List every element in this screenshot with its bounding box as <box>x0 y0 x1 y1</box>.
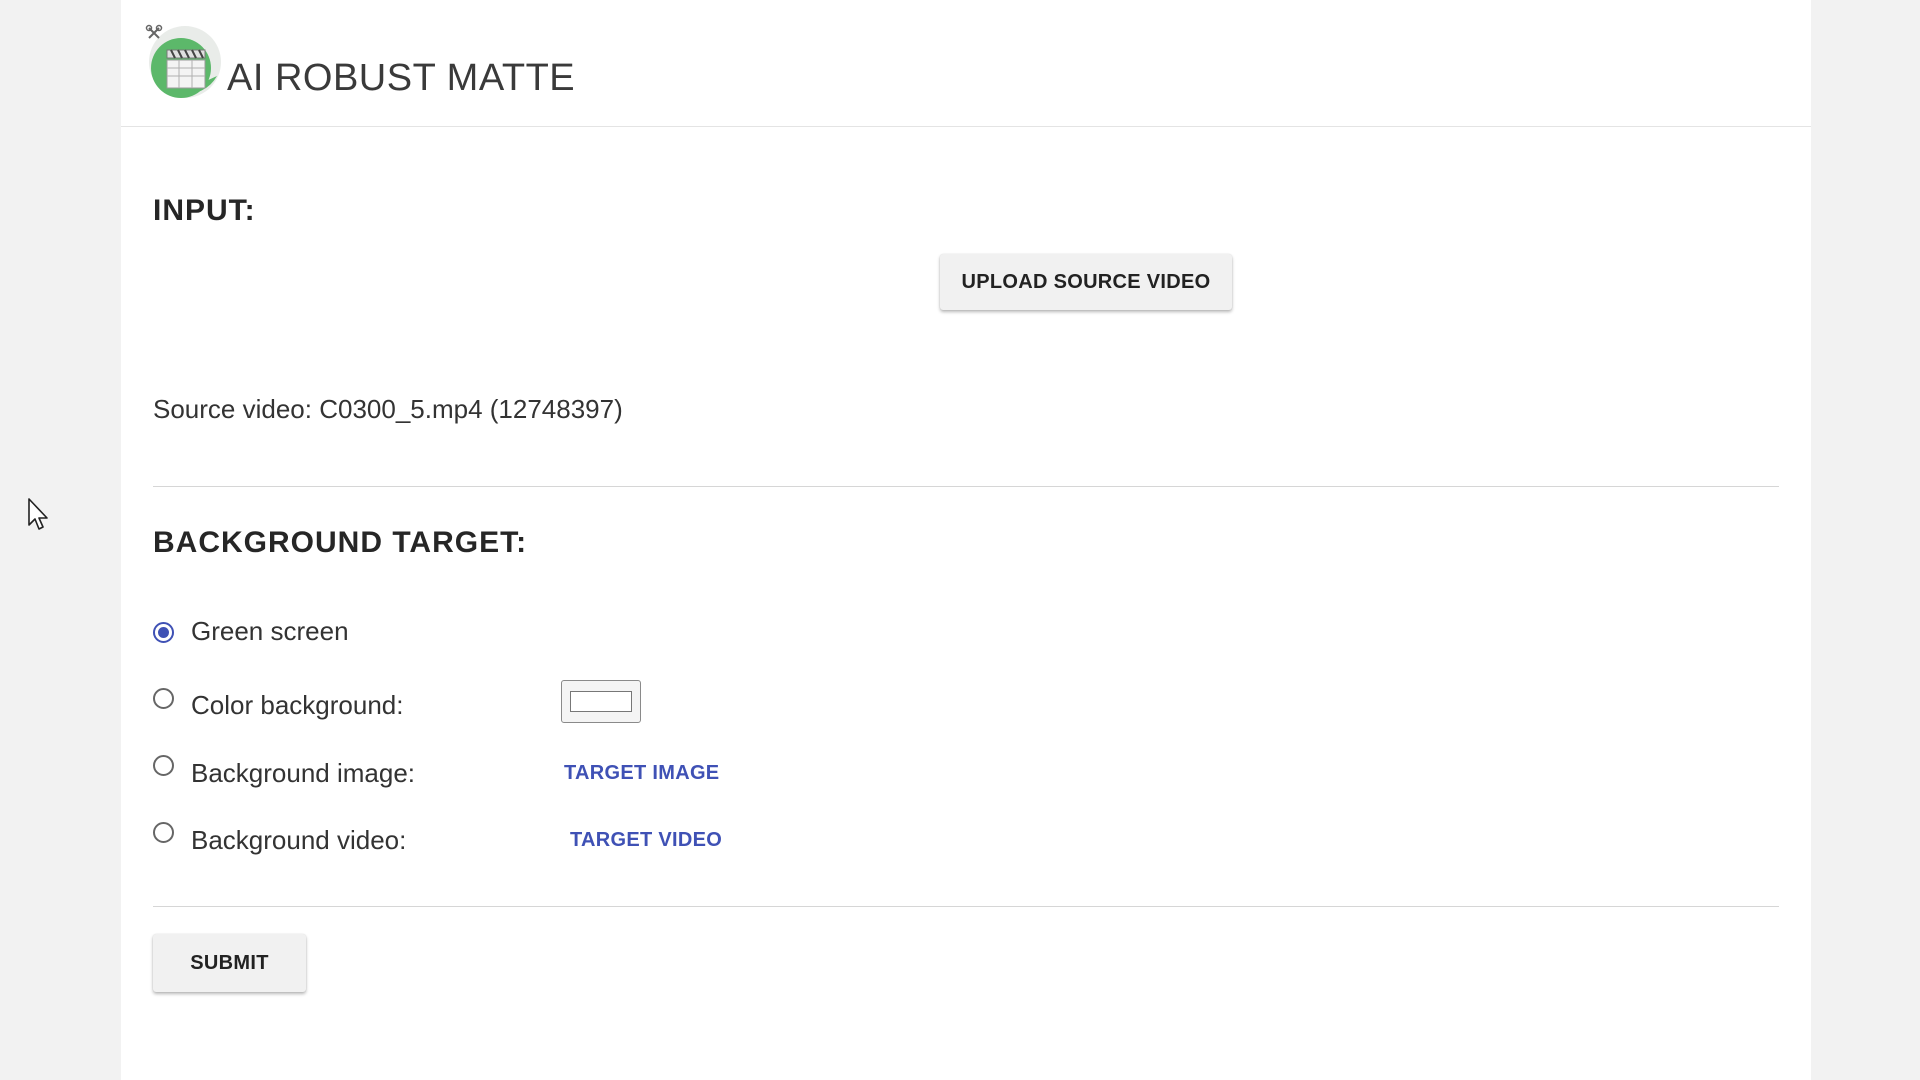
upload-source-video-button[interactable]: UPLOAD SOURCE VIDEO <box>940 254 1232 310</box>
target-video-button[interactable]: TARGET VIDEO <box>570 829 722 852</box>
main-card: AI ROBUST MATTE INPUT: UPLOAD SOURCE VID… <box>121 0 1811 1080</box>
submit-button[interactable]: SUBMIT <box>153 934 306 992</box>
color-swatch-preview <box>570 691 632 712</box>
background-video-radio[interactable] <box>153 822 174 843</box>
mouse-pointer-icon <box>28 498 48 530</box>
clapperboard-scissors-icon <box>145 24 221 98</box>
section-divider <box>153 906 1779 907</box>
color-background-radio[interactable] <box>153 688 174 709</box>
app-header: AI ROBUST MATTE <box>121 0 1811 127</box>
green-screen-label: Green screen <box>191 616 349 646</box>
target-image-button[interactable]: TARGET IMAGE <box>564 762 719 785</box>
green-screen-radio[interactable] <box>153 622 174 643</box>
app-title: AI ROBUST MATTE <box>227 57 576 99</box>
color-picker-input[interactable] <box>561 680 641 723</box>
color-background-label: Color background: <box>191 690 404 720</box>
background-video-label: Background video: <box>191 825 407 855</box>
input-section-title: INPUT: <box>153 194 256 227</box>
background-section-title: BACKGROUND TARGET: <box>153 526 528 559</box>
source-video-info: Source video: C0300_5.mp4 (12748397) <box>153 394 623 424</box>
background-image-radio[interactable] <box>153 755 174 776</box>
background-image-label: Background image: <box>191 758 416 788</box>
section-divider <box>153 486 1779 487</box>
